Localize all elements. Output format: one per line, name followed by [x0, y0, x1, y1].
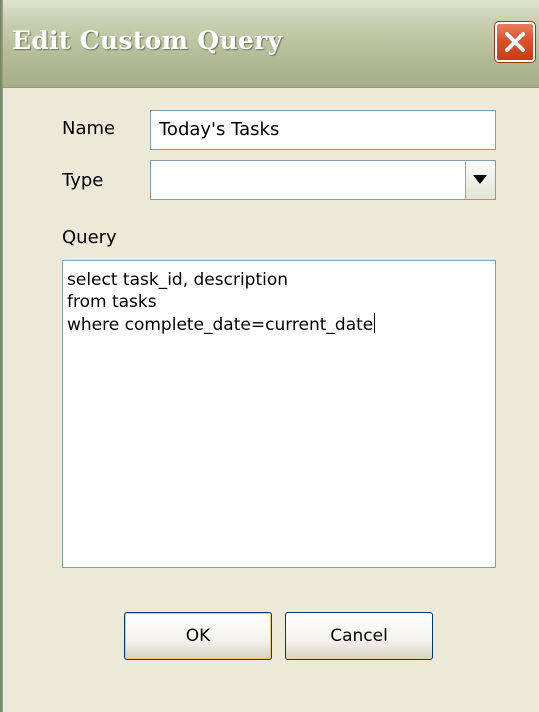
- window-border: [0, 0, 3, 712]
- ok-button[interactable]: OK: [124, 612, 272, 660]
- close-icon: [505, 32, 525, 52]
- text-caret: [374, 313, 376, 333]
- type-label: Type: [62, 170, 104, 191]
- dialog-title: Edit Custom Query: [12, 26, 283, 55]
- query-line: from tasks: [67, 292, 157, 312]
- query-line: select task_id, description: [67, 270, 289, 290]
- type-select[interactable]: [150, 160, 496, 200]
- chevron-down-icon: [473, 175, 487, 184]
- cancel-button[interactable]: Cancel: [285, 612, 433, 660]
- query-label: Query: [62, 227, 117, 248]
- close-button[interactable]: [495, 22, 535, 62]
- name-label: Name: [62, 118, 116, 139]
- type-dropdown-button[interactable]: [465, 161, 495, 199]
- name-field[interactable]: Today's Tasks: [150, 110, 496, 150]
- query-last-line: where complete_date=current_date: [67, 313, 491, 336]
- query-textarea[interactable]: select task_id, description from tasks w…: [62, 260, 496, 568]
- query-line: where complete_date=current_date: [67, 315, 374, 335]
- edit-custom-query-dialog: Edit Custom Query Name Today's Tasks Typ…: [0, 0, 539, 712]
- title-bar[interactable]: Edit Custom Query: [0, 0, 539, 88]
